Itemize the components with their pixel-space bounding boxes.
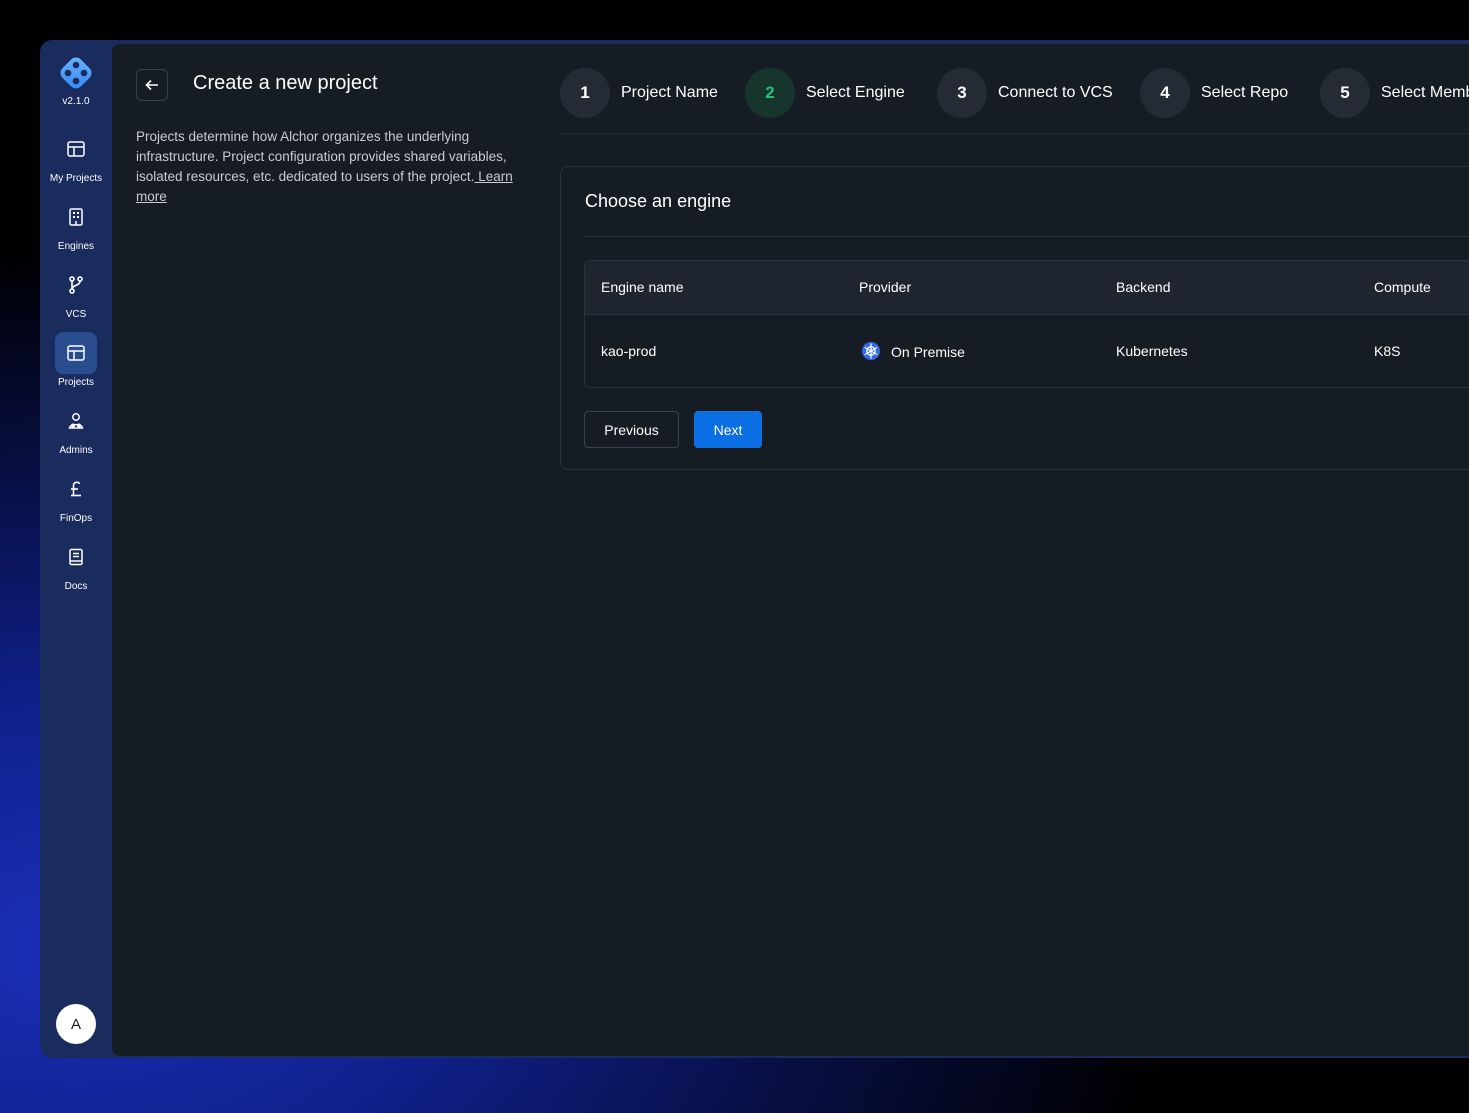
compute-cell: K8S bbox=[1374, 343, 1401, 359]
stepper-divider bbox=[560, 133, 1469, 134]
engine-card: Choose an engine Engine name Provider Ba… bbox=[560, 166, 1469, 470]
step-number: 5 bbox=[1320, 68, 1370, 118]
sidebar-item-engines[interactable]: Engines bbox=[40, 196, 112, 260]
step-label: Select Repo bbox=[1201, 84, 1289, 101]
column-header-compute: Compute bbox=[1374, 279, 1431, 295]
table-header: Engine name Provider Backend Compute bbox=[585, 261, 1469, 315]
book-icon bbox=[69, 548, 83, 566]
git-branch-icon bbox=[69, 276, 83, 294]
page-title: Create a new project bbox=[193, 72, 378, 94]
column-header-backend: Backend bbox=[1116, 279, 1171, 295]
building-icon bbox=[69, 208, 83, 226]
sidebar-item-my-projects[interactable]: My Projects bbox=[40, 128, 112, 192]
table-row[interactable]: kao-prod On Premise Kubernetes K8S bbox=[585, 315, 1469, 387]
user-group-icon bbox=[68, 413, 84, 429]
step-label: Project Name bbox=[621, 84, 718, 101]
step-label: Select Engine bbox=[806, 84, 905, 101]
sidebar-item-label: FinOps bbox=[59, 513, 93, 524]
step-number: 1 bbox=[560, 68, 610, 118]
backend-cell: Kubernetes bbox=[1116, 343, 1188, 359]
step-connect-vcs[interactable]: 3 Connect to VCS bbox=[937, 68, 1113, 118]
engine-table: Engine name Provider Backend Compute kao… bbox=[584, 260, 1469, 388]
provider-label: On Premise bbox=[891, 344, 965, 360]
column-header-engine-name: Engine name bbox=[601, 279, 684, 295]
sidebar-item-projects[interactable]: Projects bbox=[40, 332, 112, 396]
sidebar-item-label: VCS bbox=[65, 309, 87, 320]
provider-cell: On Premise bbox=[861, 342, 965, 361]
pound-icon bbox=[71, 481, 81, 497]
sidebar-item-docs[interactable]: Docs bbox=[40, 536, 112, 600]
sidebar-item-label: Admins bbox=[59, 445, 93, 456]
previous-button[interactable]: Previous bbox=[584, 411, 679, 448]
step-number: 2 bbox=[745, 68, 795, 118]
sidebar-item-label: Projects bbox=[57, 377, 95, 388]
arrow-left-icon bbox=[145, 79, 158, 91]
step-number: 4 bbox=[1140, 68, 1190, 118]
step-number: 3 bbox=[937, 68, 987, 118]
card-title: Choose an engine bbox=[585, 191, 732, 211]
app-logo[interactable] bbox=[58, 55, 94, 91]
sidebar-item-vcs[interactable]: VCS bbox=[40, 264, 112, 328]
column-header-provider: Provider bbox=[859, 279, 912, 295]
description-text: Projects determine how Alchor organizes … bbox=[136, 129, 507, 184]
layout-icon bbox=[67, 141, 85, 157]
sidebar-item-label: My Projects bbox=[49, 173, 103, 184]
sidebar-item-label: Docs bbox=[64, 581, 88, 592]
app-window: v2.1.0 My Projects Engines VCS Projects bbox=[40, 40, 1469, 1058]
user-avatar[interactable]: A bbox=[56, 1004, 96, 1044]
step-select-engine[interactable]: 2 Select Engine bbox=[745, 68, 905, 118]
step-select-repo[interactable]: 4 Select Repo bbox=[1140, 68, 1288, 118]
stepper: 1 Project Name 2 Select Engine 3 Connect… bbox=[560, 68, 1469, 118]
engine-name-cell: kao-prod bbox=[601, 343, 657, 359]
main-panel: Create a new project Projects determine … bbox=[112, 44, 1469, 1056]
step-label: Connect to VCS bbox=[998, 84, 1113, 101]
step-project-name[interactable]: 1 Project Name bbox=[560, 68, 718, 118]
page-description: Projects determine how Alchor organizes … bbox=[136, 127, 531, 207]
step-select-members[interactable]: 5 Select Members bbox=[1320, 68, 1469, 118]
sidebar-item-label: Engines bbox=[57, 241, 95, 252]
kubernetes-icon bbox=[862, 342, 880, 360]
layout-icon bbox=[67, 345, 85, 361]
back-button[interactable] bbox=[136, 69, 168, 101]
next-button[interactable]: Next bbox=[694, 411, 762, 448]
sidebar-item-finops[interactable]: FinOps bbox=[40, 468, 112, 532]
sidebar: v2.1.0 My Projects Engines VCS Projects bbox=[40, 40, 112, 1058]
sidebar-item-admins[interactable]: Admins bbox=[40, 400, 112, 464]
version-label: v2.1.0 bbox=[62, 96, 90, 107]
card-divider bbox=[585, 236, 1469, 237]
step-label: Select Members bbox=[1381, 84, 1469, 101]
